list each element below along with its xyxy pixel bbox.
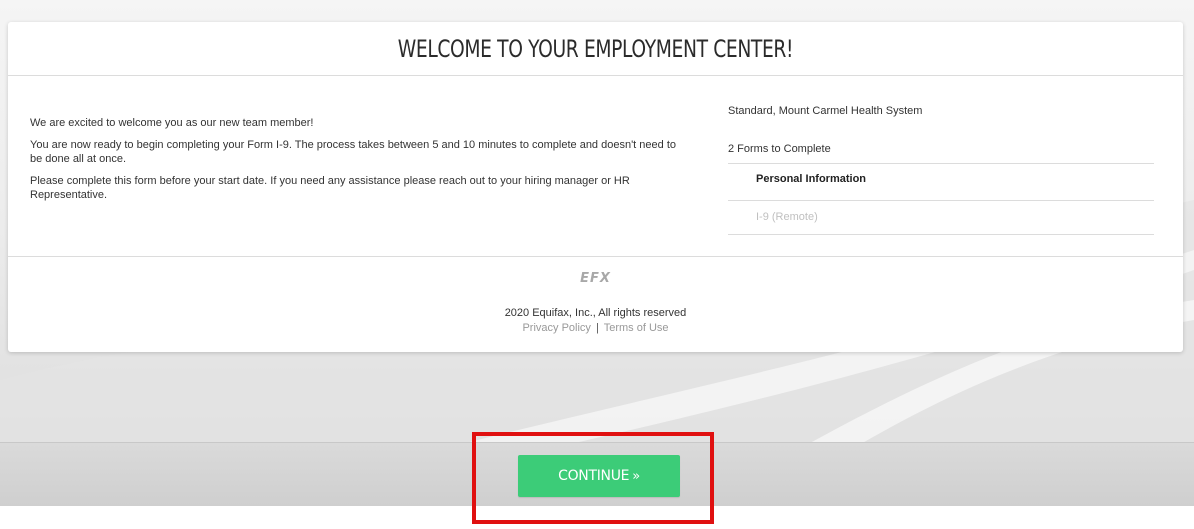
forms-sidebar: Standard, Mount Carmel Health System 2 F… bbox=[728, 104, 1154, 235]
card-footer: EFX 2020 Equifax, Inc., All rights reser… bbox=[8, 257, 1183, 352]
continue-button[interactable]: CONTINUE » bbox=[518, 455, 680, 497]
forms-count: 2 Forms to Complete bbox=[728, 142, 1154, 164]
copyright-text: 2020 Equifax, Inc., All rights reserved bbox=[504, 307, 687, 319]
company-name: Standard, Mount Carmel Health System bbox=[728, 105, 923, 117]
link-separator: | bbox=[596, 322, 599, 334]
form-item-personal-information[interactable]: Personal Information bbox=[728, 164, 1154, 201]
continue-label: CONTINUE bbox=[558, 468, 630, 484]
card-body: We are excited to welcome you as our new… bbox=[8, 76, 1183, 257]
welcome-card: WELCOME TO YOUR EMPLOYMENT CENTER! We ar… bbox=[8, 22, 1183, 352]
welcome-line-3: Please complete this form before your st… bbox=[30, 175, 630, 201]
equifax-logo: EFX bbox=[580, 271, 611, 286]
terms-of-use-link[interactable]: Terms of Use bbox=[604, 322, 669, 334]
welcome-line-2: You are now ready to begin completing yo… bbox=[30, 139, 676, 165]
page-title: WELCOME TO YOUR EMPLOYMENT CENTER! bbox=[397, 34, 794, 63]
footer-links: Privacy Policy | Terms of Use bbox=[8, 322, 1183, 334]
welcome-line-1: We are excited to welcome you as our new… bbox=[30, 117, 314, 129]
privacy-policy-link[interactable]: Privacy Policy bbox=[522, 322, 590, 334]
welcome-message: We are excited to welcome you as our new… bbox=[30, 116, 690, 210]
double-chevron-right-icon: » bbox=[632, 468, 640, 484]
card-header: WELCOME TO YOUR EMPLOYMENT CENTER! bbox=[8, 22, 1183, 76]
form-item-i9-remote: I-9 (Remote) bbox=[728, 201, 1154, 235]
